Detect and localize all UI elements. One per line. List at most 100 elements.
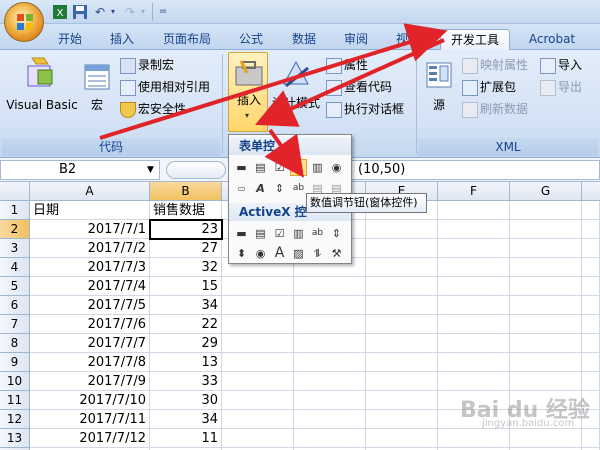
empty-cell[interactable]	[222, 372, 294, 391]
cell-b[interactable]: 30	[150, 391, 222, 410]
text-field-control-icon[interactable]: ab	[290, 180, 307, 197]
empty-cell[interactable]	[582, 239, 600, 258]
empty-cell[interactable]	[294, 296, 366, 315]
cell-a[interactable]: 2017/7/7	[30, 334, 150, 353]
empty-cell[interactable]	[294, 334, 366, 353]
activex-combo-box-icon[interactable]: ▤	[252, 225, 269, 242]
row-header[interactable]: 10	[0, 372, 30, 391]
empty-cell[interactable]	[438, 201, 510, 220]
cell-a[interactable]: 2017/7/5	[30, 296, 150, 315]
undo-dropdown-icon[interactable]: ▾	[108, 4, 118, 20]
tab-page-layout[interactable]: 页面布局	[154, 29, 220, 50]
tab-view[interactable]: 视图	[388, 29, 428, 50]
empty-cell[interactable]	[222, 296, 294, 315]
cell-b[interactable]: 13	[150, 353, 222, 372]
name-box[interactable]: B2 ▼	[0, 160, 160, 180]
row-header[interactable]: 3	[0, 239, 30, 258]
activex-button-icon[interactable]: ▬	[233, 225, 250, 242]
visual-basic-button[interactable]: Visual Basic	[4, 54, 80, 124]
column-header-g[interactable]: G	[510, 182, 582, 201]
empty-cell[interactable]	[582, 277, 600, 296]
empty-cell[interactable]	[438, 372, 510, 391]
empty-cell[interactable]	[582, 315, 600, 334]
activex-checkbox-icon[interactable]: ☑	[271, 225, 288, 242]
activex-image-icon[interactable]: ▨	[290, 245, 307, 262]
cell-a[interactable]: 2017/7/9	[30, 372, 150, 391]
formula-bar-divider-handle[interactable]	[166, 161, 226, 179]
empty-cell[interactable]	[294, 410, 366, 429]
row-header[interactable]: 12	[0, 410, 30, 429]
empty-cell[interactable]	[582, 201, 600, 220]
refresh-data-button[interactable]: 刷新数据	[462, 100, 528, 118]
empty-cell[interactable]	[366, 258, 438, 277]
empty-cell[interactable]	[366, 277, 438, 296]
view-code-button[interactable]: 查看代码	[326, 78, 392, 96]
empty-cell[interactable]	[366, 372, 438, 391]
xml-source-button[interactable]: 源	[422, 54, 456, 124]
row-header[interactable]: 7	[0, 315, 30, 334]
activex-label-icon[interactable]: A	[271, 245, 288, 262]
empty-cell[interactable]	[438, 239, 510, 258]
empty-cell[interactable]	[510, 220, 582, 239]
macro-button[interactable]: 宏	[80, 54, 114, 124]
spin-button-control-icon[interactable]: ⬍	[290, 159, 307, 176]
cell-a[interactable]: 2017/7/8	[30, 353, 150, 372]
row-header[interactable]: 13	[0, 429, 30, 448]
empty-cell[interactable]	[366, 353, 438, 372]
empty-cell[interactable]	[294, 315, 366, 334]
run-dialog-button[interactable]: 执行对话框	[326, 100, 404, 118]
empty-cell[interactable]	[294, 353, 366, 372]
empty-cell[interactable]	[294, 391, 366, 410]
empty-cell[interactable]	[366, 239, 438, 258]
cell-a[interactable]: 2017/7/3	[30, 258, 150, 277]
cell-a[interactable]: 2017/7/2	[30, 239, 150, 258]
row-header[interactable]: 4	[0, 258, 30, 277]
empty-cell[interactable]	[222, 277, 294, 296]
empty-cell[interactable]	[438, 315, 510, 334]
empty-cell[interactable]	[582, 258, 600, 277]
macro-security-button[interactable]: 宏安全性	[120, 100, 186, 118]
cell-b[interactable]: 33	[150, 372, 222, 391]
option-button-control-icon[interactable]: ◉	[328, 159, 345, 176]
tab-formulas[interactable]: 公式	[230, 29, 272, 50]
empty-cell[interactable]	[582, 372, 600, 391]
row-header[interactable]: 9	[0, 353, 30, 372]
tab-home[interactable]: 开始	[50, 29, 90, 50]
cell-a[interactable]: 2017/7/10	[30, 391, 150, 410]
properties-button[interactable]: 属性	[326, 56, 368, 74]
empty-cell[interactable]	[582, 220, 600, 239]
cell-a[interactable]: 2017/7/11	[30, 410, 150, 429]
activex-text-box-icon[interactable]: ab	[309, 225, 326, 242]
empty-cell[interactable]	[222, 315, 294, 334]
empty-cell[interactable]	[294, 372, 366, 391]
activex-toggle-button-icon[interactable]: ⥮	[309, 245, 326, 262]
tab-developer[interactable]: 开发工具	[440, 29, 510, 51]
empty-cell[interactable]	[510, 315, 582, 334]
import-button[interactable]: 导入	[540, 56, 582, 74]
cell-a[interactable]: 2017/7/12	[30, 429, 150, 448]
empty-cell[interactable]	[582, 429, 600, 448]
save-icon[interactable]	[72, 4, 88, 20]
empty-cell[interactable]	[510, 296, 582, 315]
empty-cell[interactable]	[438, 258, 510, 277]
cell-b[interactable]: 34	[150, 296, 222, 315]
list-box-control-icon[interactable]: ▥	[309, 159, 326, 176]
combo-box-control-icon[interactable]: ▤	[252, 159, 269, 176]
tab-acrobat[interactable]: Acrobat	[520, 29, 584, 50]
row-header[interactable]: 8	[0, 334, 30, 353]
cell-a[interactable]: 日期	[30, 201, 150, 220]
row-header[interactable]: 2	[0, 220, 30, 239]
cell-b[interactable]: 32	[150, 258, 222, 277]
redo-dropdown-icon[interactable]: ▾	[138, 4, 148, 20]
empty-cell[interactable]	[510, 372, 582, 391]
tab-data[interactable]: 数据	[284, 29, 324, 50]
empty-cell[interactable]	[366, 315, 438, 334]
empty-cell[interactable]	[366, 391, 438, 410]
row-header[interactable]: 11	[0, 391, 30, 410]
insert-control-button[interactable]: 插入 ▾	[228, 52, 268, 132]
empty-cell[interactable]	[582, 296, 600, 315]
empty-cell[interactable]	[366, 334, 438, 353]
redo-icon[interactable]: ↷	[122, 4, 138, 20]
cell-b[interactable]: 15	[150, 277, 222, 296]
empty-cell[interactable]	[510, 334, 582, 353]
